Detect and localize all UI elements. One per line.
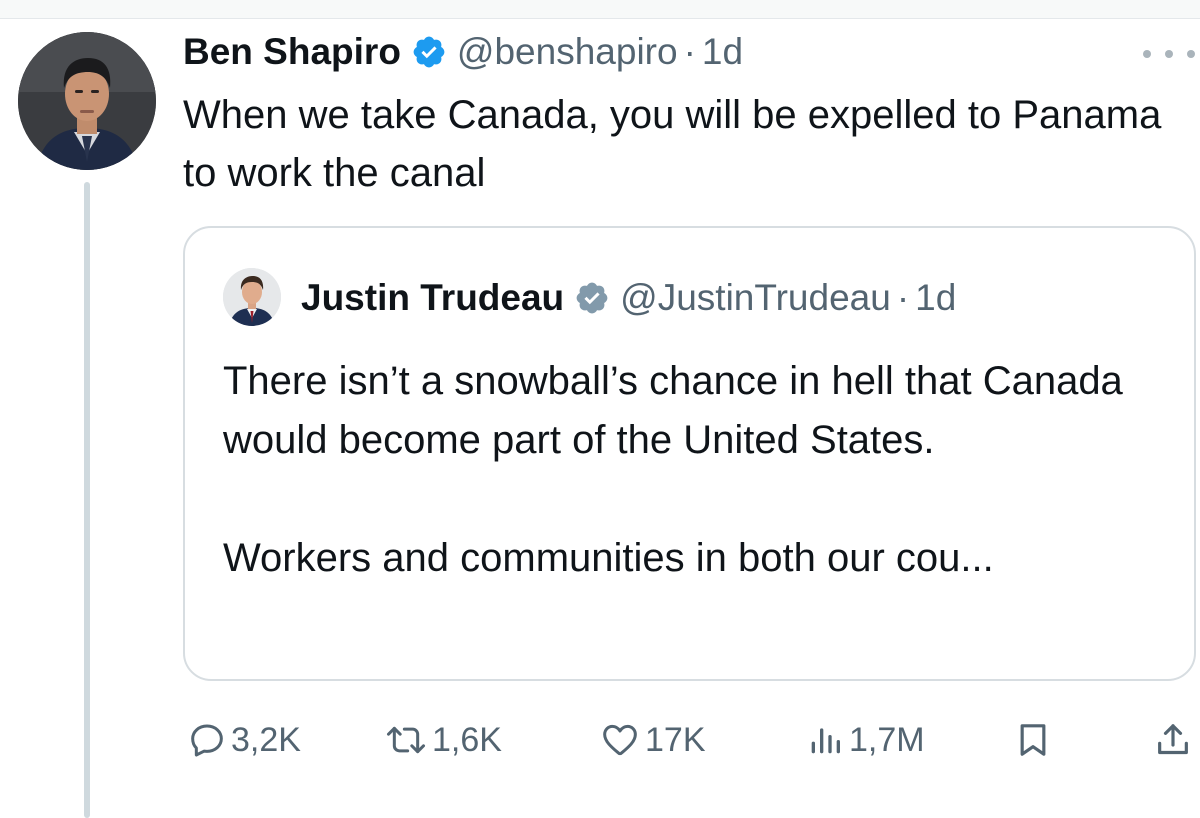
author-name[interactable]: Ben Shapiro: [183, 31, 401, 73]
quoted-tweet-header: Justin Trudeau @JustinTrudeau · 1d: [301, 272, 956, 324]
tweet-action-bar: 3,2K 1,6K 17K 1,7M: [183, 712, 1200, 768]
repost-icon: [384, 720, 428, 760]
thread-connector-line: [84, 182, 90, 818]
views-button[interactable]: 1,7M: [805, 712, 925, 768]
heart-icon: [599, 720, 641, 760]
quoted-paragraph-1: There isn’t a snowball’s chance in hell …: [223, 359, 1123, 462]
share-button[interactable]: [1153, 712, 1193, 768]
reply-icon: [187, 720, 227, 760]
quoted-author-avatar-image: [223, 268, 281, 326]
reply-button[interactable]: 3,2K: [187, 712, 301, 768]
repost-count: 1,6K: [432, 720, 502, 759]
tweet-thread-view: Ben Shapiro @benshapiro · 1d When we tak…: [0, 0, 1200, 818]
quoted-paragraph-2: Workers and communities in both our cou.…: [223, 536, 994, 580]
views-count: 1,7M: [849, 720, 925, 759]
more-options-icon[interactable]: [1143, 44, 1195, 64]
verified-badge-icon: [411, 34, 447, 70]
repost-button[interactable]: 1,6K: [384, 712, 502, 768]
previous-tweet-divider: [0, 0, 1200, 19]
tweet-text: When we take Canada, you will be expelle…: [183, 93, 1162, 195]
tweet-header: Ben Shapiro @benshapiro · 1d: [183, 26, 743, 78]
quoted-author-name[interactable]: Justin Trudeau: [301, 277, 564, 319]
more-dot: [1187, 50, 1195, 58]
share-icon: [1153, 720, 1193, 760]
more-dot: [1143, 50, 1151, 58]
author-handle[interactable]: @benshapiro: [457, 31, 678, 73]
header-separator: ·: [683, 31, 696, 72]
quoted-author-handle[interactable]: @JustinTrudeau: [620, 277, 891, 319]
quoted-tweet-text: There isn’t a snowball’s chance in hell …: [223, 352, 1163, 588]
quoted-tweet-timestamp[interactable]: 1d: [915, 277, 956, 319]
reply-count: 3,2K: [231, 720, 301, 759]
views-icon: [805, 720, 845, 760]
bookmark-button[interactable]: [1013, 712, 1053, 768]
bookmark-icon: [1013, 720, 1053, 760]
verified-badge-icon: [574, 280, 610, 316]
author-avatar-image: [18, 32, 156, 170]
quoted-tweet-card[interactable]: Justin Trudeau @JustinTrudeau · 1d There…: [183, 226, 1196, 681]
quoted-header-separator: ·: [896, 277, 910, 318]
more-dot: [1165, 50, 1173, 58]
quoted-author-avatar: [223, 268, 281, 326]
author-avatar[interactable]: [18, 32, 156, 170]
tweet-timestamp[interactable]: 1d: [702, 31, 743, 73]
like-button[interactable]: 17K: [599, 712, 706, 768]
like-count: 17K: [645, 720, 706, 759]
